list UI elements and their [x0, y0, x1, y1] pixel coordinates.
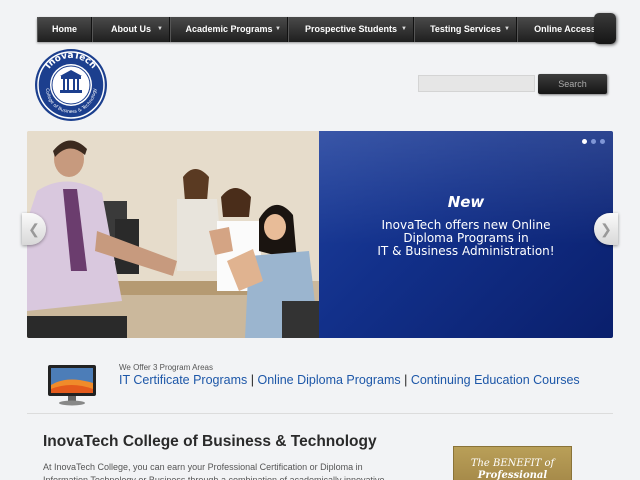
nav-item-home[interactable]: Home [37, 17, 92, 42]
search-input[interactable] [418, 75, 535, 92]
monitor-icon [47, 363, 97, 407]
nav-item-label: Academic Programs [185, 24, 273, 34]
benefit-line-2: Professional Education [477, 470, 548, 480]
slide-dot[interactable] [582, 139, 587, 144]
nav-item-academic-programs[interactable]: Academic Programs ▼ [170, 17, 288, 42]
search-button[interactable]: Search [538, 74, 607, 94]
slide-body: InovaTech offers new Online Diploma Prog… [377, 218, 555, 258]
nav-item-label: Testing Services [430, 24, 501, 34]
chevron-right-icon: ❯ [600, 221, 612, 237]
slide-dot[interactable] [591, 139, 596, 144]
nav-item-label: Home [51, 24, 77, 34]
nav-item-label: Online Access [534, 24, 596, 34]
slide-text-panel: New InovaTech offers new Online Diploma … [319, 131, 613, 338]
chevron-left-icon: ❮ [28, 221, 40, 237]
nav-end-cap [594, 13, 616, 44]
chevron-down-icon: ▼ [275, 26, 281, 32]
link-online-diploma[interactable]: Online Diploma Programs [258, 373, 401, 387]
benefit-line-1: The BENEFIT of [470, 458, 555, 469]
slider-next-button[interactable]: ❯ [594, 213, 618, 245]
link-separator: | [404, 373, 408, 387]
hero-slider: New InovaTech offers new Online Diploma … [27, 131, 613, 338]
nav-item-about-us[interactable]: About Us ▼ [92, 17, 170, 42]
program-areas: We Offer 3 Program Areas IT Certificate … [27, 350, 613, 414]
link-continuing-education[interactable]: Continuing Education Courses [411, 373, 580, 387]
nav-item-label: Prospective Students [304, 24, 398, 34]
nav-item-prospective-students[interactable]: Prospective Students ▼ [288, 17, 414, 42]
nav-item-testing-services[interactable]: Testing Services ▼ [414, 17, 517, 42]
slide-dot[interactable] [600, 139, 605, 144]
chevron-down-icon: ▼ [504, 26, 510, 32]
programs-caption: We Offer 3 Program Areas [119, 363, 213, 372]
intro-paragraph: At InovaTech College, you can earn your … [43, 462, 385, 480]
programs-links: IT Certificate Programs | Online Diploma… [119, 373, 580, 387]
benefit-banner[interactable]: The BENEFIT of Professional Education [453, 446, 572, 480]
students-photo [27, 131, 319, 338]
chevron-down-icon: ▼ [157, 26, 163, 32]
nav-item-label: About Us [111, 24, 151, 34]
slide-headline: New [447, 193, 485, 211]
link-separator: | [250, 373, 255, 387]
link-it-certificate[interactable]: IT Certificate Programs [119, 373, 247, 387]
college-logo[interactable]: InovaTech College of Business & Technolo… [34, 48, 108, 122]
page-title: InovaTech College of Business & Technolo… [43, 433, 377, 450]
slide-pagination [582, 139, 605, 144]
main-nav: Home About Us ▼ Academic Programs ▼ Pros… [37, 13, 616, 44]
chevron-down-icon: ▼ [401, 26, 407, 32]
